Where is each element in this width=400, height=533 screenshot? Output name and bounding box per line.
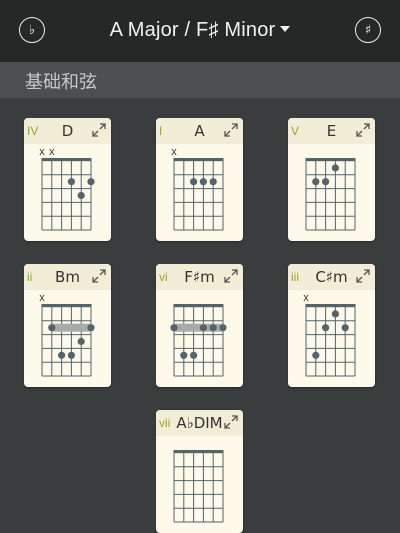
nut [41, 158, 92, 162]
chord-card-header: IV D [24, 118, 111, 144]
finger-dot [312, 178, 320, 186]
chord-card-header: ii Bm [24, 264, 111, 290]
chord-diagram: x [171, 146, 224, 231]
finger-dot [331, 164, 339, 172]
finger-dot [180, 351, 188, 359]
expand-icon[interactable] [356, 269, 370, 283]
chord-card[interactable]: vii A♭DIM [156, 410, 243, 533]
sharp-button[interactable]: ♯ [355, 17, 381, 43]
finger-dot [67, 351, 75, 359]
chord-card[interactable]: IA x [156, 118, 243, 241]
finger-dot [77, 337, 85, 346]
expand-icon[interactable] [356, 123, 370, 137]
finger-dot [322, 178, 330, 186]
finger-dot [87, 324, 95, 332]
finger-dot [199, 178, 207, 186]
chord-card[interactable]: IV Dx x [24, 118, 111, 241]
expand-icon[interactable] [92, 123, 106, 137]
expand-icon[interactable] [224, 123, 238, 137]
nut [305, 304, 356, 308]
nut [173, 304, 224, 308]
chord-diagram: xx [39, 146, 95, 231]
chord-card[interactable]: VE [288, 118, 375, 241]
chord-card-header: iii C♯m [288, 264, 375, 290]
section-header: 基础和弦 [0, 62, 400, 98]
finger-dot [58, 351, 66, 359]
chord-card[interactable]: iii C♯m x [288, 264, 375, 387]
finger-dot [87, 178, 95, 186]
expand-icon[interactable] [224, 415, 238, 429]
chord-card-header: VE [288, 118, 375, 144]
finger-dot [341, 324, 349, 332]
nut [173, 158, 224, 162]
muted-string-marker: x [39, 292, 45, 304]
expand-icon[interactable] [92, 269, 106, 283]
chord-diagram: x [39, 292, 95, 377]
finger-dot [312, 351, 320, 359]
finger-dot [331, 310, 339, 318]
finger-dot [67, 178, 75, 186]
chord-diagram [170, 304, 227, 377]
muted-string-marker: x [303, 292, 309, 304]
finger-dot [48, 324, 56, 332]
caret-down-icon [280, 26, 291, 32]
chord-card[interactable]: vi F♯m [156, 264, 243, 387]
chord-diagram: x [303, 292, 356, 377]
muted-string-marker: x [171, 146, 177, 158]
chord-card[interactable]: ii Bm x [24, 264, 111, 387]
chord-card-header: vi F♯m [156, 264, 243, 290]
chord-diagram [173, 450, 224, 523]
nut [305, 158, 356, 162]
nut [41, 304, 92, 308]
top-bar: ♭ A Major / F♯ Minor ♯ [0, 0, 400, 62]
finger-dot [209, 178, 217, 186]
chord-card-header: vii A♭DIM [156, 410, 243, 436]
key-title: A Major / F♯ Minor [109, 19, 276, 41]
finger-dot [209, 324, 217, 332]
finger-dot [190, 351, 198, 359]
finger-dot [190, 178, 198, 186]
chord-card-header: IA [156, 118, 243, 144]
finger-dot [322, 324, 330, 332]
muted-string-marker: x [39, 146, 45, 158]
key-selector[interactable]: A Major / F♯ Minor [0, 19, 400, 42]
finger-dot [77, 191, 85, 200]
finger-dot [219, 324, 227, 332]
section-title: 基础和弦 [25, 72, 97, 93]
barre [51, 323, 91, 332]
finger-dot [170, 324, 178, 332]
nut [173, 450, 224, 454]
finger-dot [199, 324, 207, 332]
muted-string-marker: x [49, 146, 55, 158]
chord-diagram [305, 158, 356, 231]
expand-icon[interactable] [224, 269, 238, 283]
